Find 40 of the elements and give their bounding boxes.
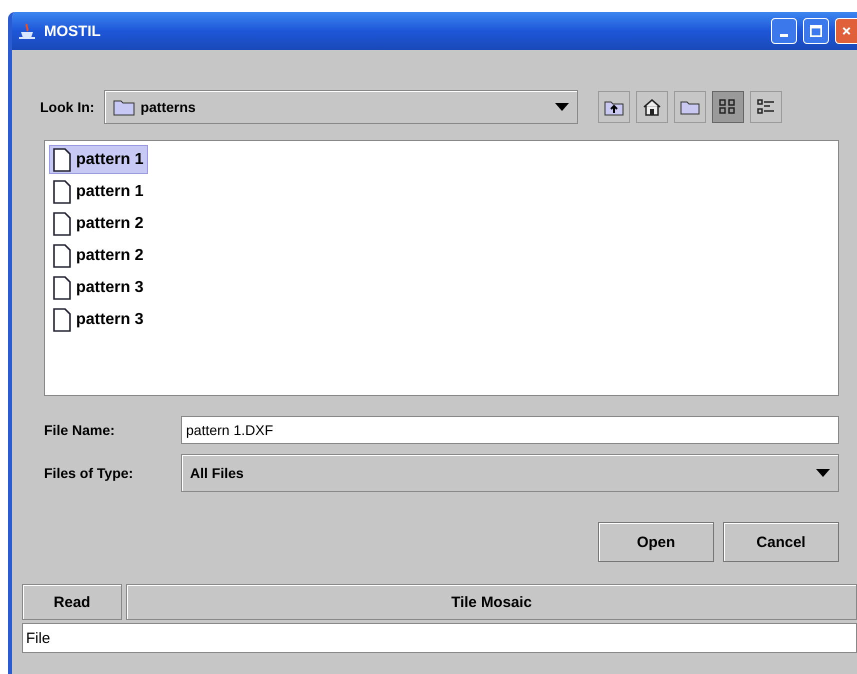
- home-icon: [642, 98, 662, 116]
- mode-button[interactable]: Tile Mosaic: [126, 584, 857, 620]
- file-icon: [52, 276, 72, 300]
- maximize-icon: [810, 24, 822, 38]
- minimize-button[interactable]: [771, 18, 797, 44]
- folder-icon: [113, 98, 136, 116]
- toolbar-button[interactable]: [750, 91, 782, 123]
- file-item[interactable]: pattern 3: [49, 273, 148, 302]
- toolbar-button[interactable]: [674, 91, 706, 123]
- mode-button[interactable]: Read: [22, 584, 122, 620]
- close-button[interactable]: [835, 18, 857, 44]
- dialog-button[interactable]: Open: [598, 522, 714, 562]
- file-icon: [52, 244, 72, 268]
- file-item[interactable]: pattern 1: [49, 177, 148, 206]
- file-name-field[interactable]: pattern 1.DXF: [181, 416, 839, 444]
- file-item[interactable]: pattern 1: [49, 145, 148, 174]
- dialog-button[interactable]: Cancel: [723, 522, 839, 562]
- file-type-dropdown[interactable]: All Files: [181, 454, 839, 492]
- maximize-button[interactable]: [803, 18, 829, 44]
- dropdown-arrow-icon: [816, 469, 830, 477]
- toolbar-button[interactable]: [712, 91, 744, 123]
- minimize-icon: [780, 34, 788, 37]
- file-item[interactable]: pattern 2: [49, 241, 148, 270]
- look-in-label: Look In:: [40, 99, 94, 115]
- window-title: MOSTIL: [44, 22, 102, 40]
- details-view-icon: [756, 98, 776, 116]
- look-in-dropdown[interactable]: patterns: [104, 90, 578, 124]
- file-item[interactable]: pattern 2: [49, 209, 148, 238]
- cup-icon: [18, 22, 38, 40]
- file-icon: [52, 212, 72, 236]
- toolbar-button[interactable]: [598, 91, 630, 123]
- file-icon: [52, 180, 72, 204]
- file-name-label: File Name:: [44, 422, 116, 438]
- dropdown-arrow-icon: [555, 103, 570, 111]
- status-field: File: [22, 623, 857, 653]
- toolbar-button[interactable]: [636, 91, 668, 123]
- file-icon: [52, 308, 72, 332]
- file-type-label: Files of Type:: [44, 465, 134, 481]
- file-item[interactable]: pattern 3: [49, 305, 148, 334]
- file-icon: [52, 148, 72, 172]
